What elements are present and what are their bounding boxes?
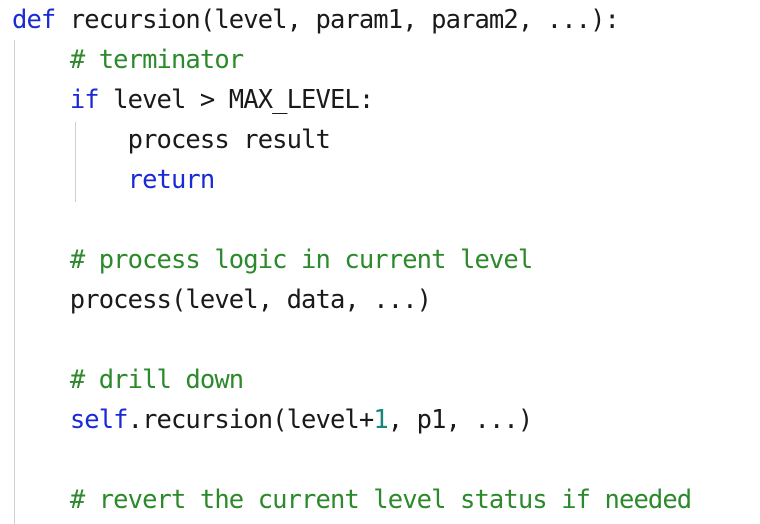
code-number: 1 [373, 405, 388, 435]
code-line[interactable]: # revert the current level status if nee… [12, 480, 692, 520]
code-comment: # revert the current level status if nee… [69, 485, 692, 515]
code-keyword: return [127, 165, 216, 195]
code-editor[interactable]: def recursion(level, param1, param2, ...… [0, 0, 760, 524]
code-keyword: if [69, 85, 100, 115]
code-line[interactable]: process result [12, 120, 691, 160]
code-line[interactable]: # drill down [12, 360, 691, 400]
code-line[interactable]: process(level, data, ...) [12, 280, 691, 320]
code-comment: # process logic in current level [69, 245, 533, 275]
code-line[interactable]: def recursion(level, param1, param2, ...… [12, 0, 691, 40]
code-comment: # terminator [69, 45, 244, 75]
code-line[interactable]: if level > MAX_LEVEL: [12, 80, 691, 120]
code-keyword: self [69, 405, 129, 435]
code-line[interactable]: # process logic in current level [12, 240, 691, 280]
code-text: .recursion(level+ [127, 405, 375, 435]
code-text: recursion(level, param1, param2, ...): [55, 5, 620, 35]
code-line[interactable]: self.recursion(level+1, p1, ...) [12, 400, 691, 440]
code-text: , p1, ...) [387, 405, 533, 435]
code-comment: # drill down [69, 365, 244, 395]
code-keyword: def [12, 5, 56, 35]
code-line[interactable]: # terminator [12, 40, 691, 80]
code-line[interactable]: return [12, 160, 691, 200]
code-text: process result [12, 125, 331, 155]
code-line[interactable]: ​ [12, 200, 691, 240]
code-block[interactable]: def recursion(level, param1, param2, ...… [12, 0, 692, 520]
code-text: process(level, data, ...) [12, 285, 432, 315]
code-text: level > MAX_LEVEL: [98, 85, 374, 115]
code-line[interactable]: ​ [12, 320, 691, 360]
code-line[interactable]: ​ [12, 440, 691, 480]
